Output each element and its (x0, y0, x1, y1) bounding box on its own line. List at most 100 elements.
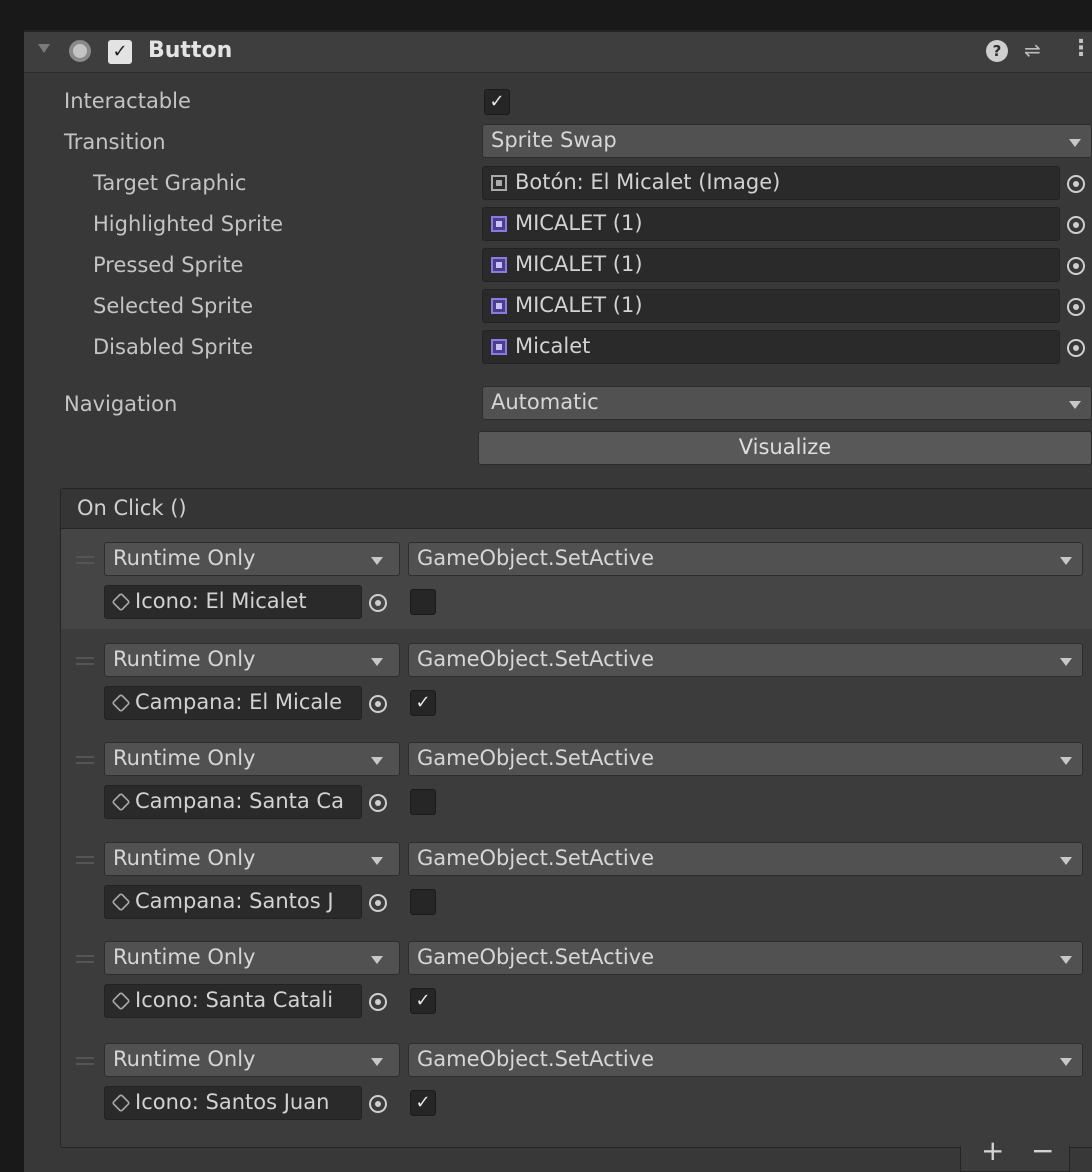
event-function-dropdown[interactable]: GameObject.SetActive (408, 1043, 1083, 1077)
chevron-down-icon (371, 757, 383, 765)
object-picker-icon[interactable] (362, 886, 392, 918)
event-target-field[interactable]: Icono: El Micalet (104, 585, 362, 619)
event-mode-value: Runtime Only (113, 546, 256, 570)
event-mode-dropdown[interactable]: Runtime Only (104, 542, 400, 576)
help-icon[interactable]: ? (986, 40, 1008, 62)
object-picker-icon[interactable] (362, 1087, 392, 1119)
drag-handle-icon[interactable] (76, 556, 94, 564)
event-list-footer: + − (960, 1134, 1070, 1172)
navigation-dropdown[interactable]: Automatic (482, 386, 1092, 420)
object-picker-icon[interactable] (362, 985, 392, 1017)
gameobject-icon (111, 1093, 131, 1113)
gameobject-icon (111, 592, 131, 612)
event-mode-dropdown[interactable]: Runtime Only (104, 643, 400, 677)
event-target-value: Campana: Santos J (135, 889, 334, 913)
sprite-icon (491, 216, 507, 232)
event-function-value: GameObject.SetActive (417, 1047, 655, 1071)
image-icon (491, 175, 507, 191)
component-enabled-checkbox[interactable]: ✓ (108, 40, 132, 64)
interactable-label: Interactable (64, 89, 191, 113)
event-target-field[interactable]: Campana: El Micale (104, 686, 362, 720)
chevron-down-icon (371, 557, 383, 565)
event-function-dropdown[interactable]: GameObject.SetActive (408, 941, 1083, 975)
event-function-value: GameObject.SetActive (417, 647, 655, 671)
object-picker-icon[interactable] (1060, 167, 1090, 199)
object-picker-icon[interactable] (362, 586, 392, 618)
event-mode-dropdown[interactable]: Runtime Only (104, 1043, 400, 1077)
event-target-value: Icono: El Micalet (135, 589, 307, 613)
chevron-down-icon (1069, 139, 1081, 147)
chevron-down-icon (1060, 557, 1072, 565)
event-mode-value: Runtime Only (113, 846, 256, 870)
event-function-dropdown[interactable]: GameObject.SetActive (408, 742, 1083, 776)
target-graphic-value: Botón: El Micalet (Image) (515, 170, 781, 194)
transition-value: Sprite Swap (491, 128, 617, 152)
event-bool-checkbox[interactable] (410, 789, 436, 815)
object-picker-icon[interactable] (1060, 290, 1090, 322)
event-function-dropdown[interactable]: GameObject.SetActive (408, 542, 1083, 576)
drag-handle-icon[interactable] (76, 657, 94, 665)
event-function-value: GameObject.SetActive (417, 945, 655, 969)
event-bool-checkbox[interactable]: ✓ (410, 988, 436, 1014)
remove-event-button[interactable]: − (1031, 1134, 1054, 1167)
visualize-button[interactable]: Visualize (478, 431, 1092, 465)
component-title: Button (148, 38, 233, 63)
preset-icon[interactable]: ⇌ (1024, 38, 1041, 62)
component-header[interactable]: ✓ Button ? ⇌ ⋮ (24, 30, 1092, 73)
event-mode-value: Runtime Only (113, 1047, 256, 1071)
selected-sprite-label: Selected Sprite (93, 294, 253, 318)
event-function-dropdown[interactable]: GameObject.SetActive (408, 643, 1083, 677)
drag-handle-icon[interactable] (76, 955, 94, 963)
selected-sprite-field[interactable]: MICALET (1) (482, 289, 1060, 323)
object-picker-icon[interactable] (362, 786, 392, 818)
event-bool-checkbox[interactable]: ✓ (410, 1090, 436, 1116)
add-event-button[interactable]: + (981, 1134, 1004, 1167)
transition-dropdown[interactable]: Sprite Swap (482, 124, 1092, 158)
drag-handle-icon[interactable] (76, 856, 94, 864)
pressed-sprite-field[interactable]: MICALET (1) (482, 248, 1060, 282)
disabled-sprite-field[interactable]: Micalet (482, 330, 1060, 364)
event-target-field[interactable]: Campana: Santa Ca (104, 785, 362, 819)
event-target-value: Icono: Santos Juan (135, 1090, 330, 1114)
event-target-value: Campana: El Micale (135, 690, 343, 714)
event-function-value: GameObject.SetActive (417, 846, 655, 870)
event-target-field[interactable]: Icono: Santos Juan (104, 1086, 362, 1120)
target-graphic-field[interactable]: Botón: El Micalet (Image) (482, 166, 1060, 200)
event-mode-value: Runtime Only (113, 945, 256, 969)
highlighted-sprite-field[interactable]: MICALET (1) (482, 207, 1060, 241)
chevron-down-icon (371, 857, 383, 865)
kebab-menu-icon[interactable]: ⋮ (1070, 36, 1092, 61)
object-picker-icon[interactable] (1060, 249, 1090, 281)
event-mode-dropdown[interactable]: Runtime Only (104, 842, 400, 876)
event-bool-checkbox[interactable]: ✓ (410, 690, 436, 716)
object-picker-icon[interactable] (1060, 331, 1090, 363)
foldout-arrow-icon[interactable] (38, 44, 50, 53)
chevron-down-icon (371, 956, 383, 964)
object-picker-icon[interactable] (362, 687, 392, 719)
chevron-down-icon (1060, 857, 1072, 865)
gameobject-icon (111, 693, 131, 713)
disabled-sprite-label: Disabled Sprite (93, 335, 254, 359)
on-click-header: On Click () (61, 489, 1092, 529)
event-mode-value: Runtime Only (113, 746, 256, 770)
interactable-checkbox[interactable]: ✓ (484, 89, 510, 115)
event-target-field[interactable]: Campana: Santos J (104, 885, 362, 919)
inspector-left-gutter (0, 0, 24, 1172)
drag-handle-icon[interactable] (76, 1057, 94, 1065)
event-target-field[interactable]: Icono: Santa Catali (104, 984, 362, 1018)
event-mode-dropdown[interactable]: Runtime Only (104, 941, 400, 975)
event-function-dropdown[interactable]: GameObject.SetActive (408, 842, 1083, 876)
event-bool-checkbox[interactable] (410, 889, 436, 915)
event-target-value: Icono: Santa Catali (135, 988, 334, 1012)
target-graphic-label: Target Graphic (93, 171, 247, 195)
disabled-sprite-value: Micalet (515, 334, 591, 358)
highlighted-sprite-label: Highlighted Sprite (93, 212, 284, 236)
navigation-value: Automatic (491, 390, 599, 414)
drag-handle-icon[interactable] (76, 756, 94, 764)
gameobject-icon (111, 991, 131, 1011)
object-picker-icon[interactable] (1060, 208, 1090, 240)
event-mode-dropdown[interactable]: Runtime Only (104, 742, 400, 776)
event-mode-value: Runtime Only (113, 647, 256, 671)
event-function-value: GameObject.SetActive (417, 546, 655, 570)
event-bool-checkbox[interactable] (410, 589, 436, 615)
